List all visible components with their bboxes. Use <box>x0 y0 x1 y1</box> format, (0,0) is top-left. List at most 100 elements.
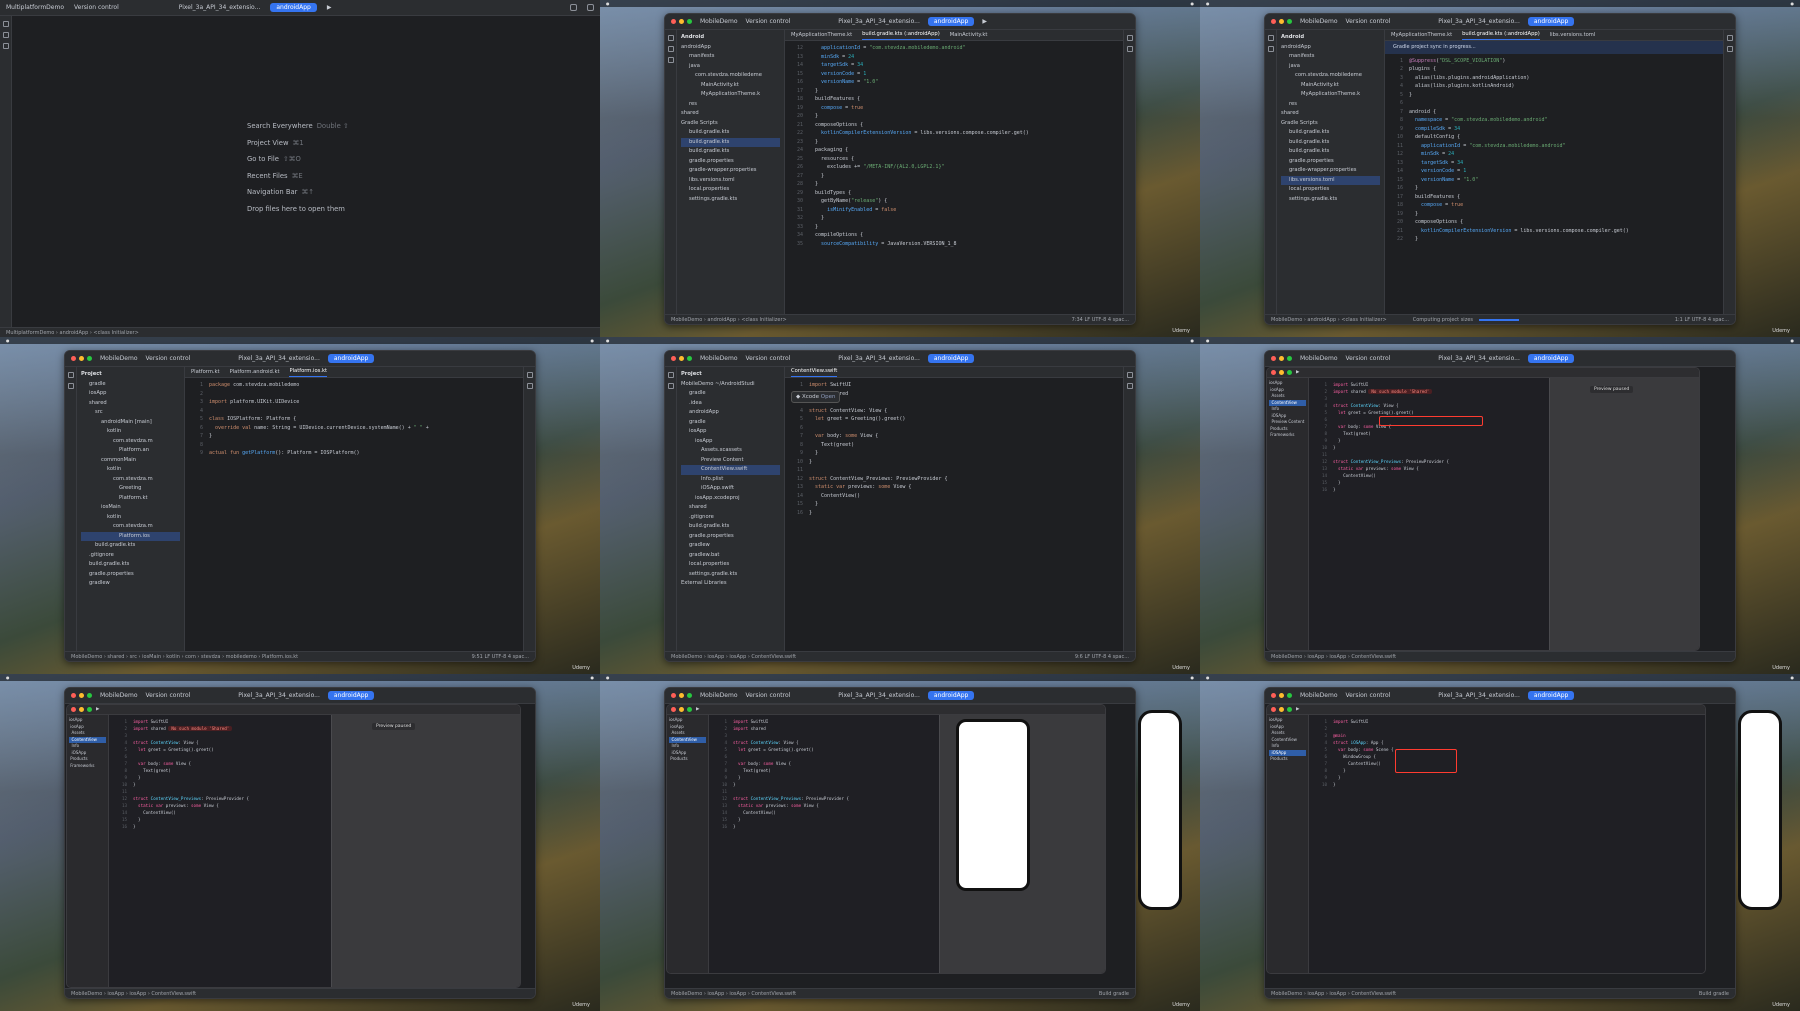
tree-item[interactable]: gradle <box>681 418 780 428</box>
tab-active[interactable]: build.gradle.kts (:androidApp) <box>862 30 940 40</box>
project-name[interactable]: MobileDemo <box>700 18 738 25</box>
tree-item[interactable]: src <box>81 408 180 418</box>
tree-item[interactable]: manifests <box>1281 52 1380 62</box>
run-icon[interactable]: ▶ <box>1296 370 1299 375</box>
tab[interactable]: MyApplicationTheme.kt <box>1391 31 1452 40</box>
tree-item[interactable]: MobileDemo ~/AndroidStudi <box>681 380 780 390</box>
tree-item[interactable]: gradle-wrapper.properties <box>681 166 780 176</box>
tree-item[interactable]: settings.gradle.kts <box>681 570 780 580</box>
tree-item[interactable]: kotlin <box>81 465 180 475</box>
tree-item[interactable]: java <box>681 62 780 72</box>
tree-item[interactable]: MainActivity.kt <box>681 81 780 91</box>
run-icon[interactable]: ▶ <box>982 18 987 25</box>
tree-item[interactable]: com.stevdza.m <box>81 437 180 447</box>
tree-item[interactable]: androidApp <box>681 408 780 418</box>
tree-item[interactable]: build.gradle.kts <box>1281 138 1380 148</box>
folder-icon[interactable] <box>2 21 9 27</box>
more-icon[interactable] <box>667 57 674 63</box>
gradle-icon[interactable] <box>1126 383 1133 389</box>
tab[interactable]: libs.versions.toml <box>1550 31 1596 40</box>
tree-item[interactable]: iosMain <box>81 503 180 513</box>
tree-item[interactable]: MyApplicationTheme.k <box>681 90 780 100</box>
tree-item[interactable]: .idea <box>681 399 780 409</box>
run-config-selector[interactable]: androidApp <box>270 3 317 12</box>
version-control-button[interactable]: Version control <box>746 18 791 25</box>
tree-item[interactable]: Info.plist <box>681 475 780 485</box>
tree-item[interactable]: build.gradle.kts <box>681 147 780 157</box>
folder-icon[interactable] <box>667 35 674 41</box>
run-config-selector[interactable]: androidApp <box>327 354 375 363</box>
version-control-button[interactable]: Version control <box>74 4 119 11</box>
tree-item[interactable]: res <box>681 100 780 110</box>
folder-icon[interactable] <box>1267 35 1274 41</box>
tab[interactable]: Platform.android.kt <box>230 368 280 377</box>
tab[interactable]: MainActivity.kt <box>950 31 988 40</box>
tree-item[interactable]: iosApp <box>681 427 780 437</box>
code-editor[interactable]: Platform.kt Platform.android.kt Platform… <box>185 367 523 651</box>
device-selector[interactable]: Pixel_3a_API_34_extensio... <box>838 355 920 362</box>
notifications-icon[interactable] <box>1126 372 1133 378</box>
tab[interactable]: Platform.kt <box>191 368 220 377</box>
structure-icon[interactable] <box>2 32 9 38</box>
notifications-icon[interactable] <box>1126 35 1133 41</box>
tree-item[interactable]: iOSApp.swift <box>681 484 780 494</box>
tab[interactable]: MyApplicationTheme.kt <box>791 31 852 40</box>
tree-item[interactable]: shared <box>1281 109 1380 119</box>
tree-item[interactable]: gradle.properties <box>681 532 780 542</box>
run-config-selector[interactable]: androidApp <box>1527 17 1575 26</box>
project-name[interactable]: MobileDemo <box>700 355 738 362</box>
tree-item-selected[interactable]: libs.versions.toml <box>1281 175 1380 185</box>
tree-item[interactable]: shared <box>81 399 180 409</box>
tree-item[interactable]: settings.gradle.kts <box>681 195 780 205</box>
tree-item[interactable]: libs.versions.toml <box>681 176 780 186</box>
tree-item[interactable]: kotlin <box>81 427 180 437</box>
commit-icon[interactable] <box>667 46 674 52</box>
run-icon[interactable]: ▶ <box>327 4 332 11</box>
run-config-selector[interactable]: androidApp <box>927 354 975 363</box>
tree-item[interactable]: commonMain <box>81 456 180 466</box>
tree-item[interactable]: Preview Content <box>681 456 780 466</box>
tree-item[interactable]: local.properties <box>681 560 780 570</box>
tree-item[interactable]: androidApp <box>1281 43 1380 53</box>
project-view-selector[interactable]: Android <box>1281 33 1380 43</box>
project-name[interactable]: MobileDemo <box>1300 18 1338 25</box>
version-control-button[interactable]: Version control <box>1346 18 1391 25</box>
tree-item[interactable]: res <box>1281 100 1380 110</box>
run-icon[interactable]: ▶ <box>1296 707 1299 712</box>
xcode-editor[interactable]: 1 import SwiftUI 2 import shared 3 4 struct… <box>709 715 939 973</box>
version-control-button[interactable]: Version control <box>146 355 191 362</box>
tree-item[interactable]: gradlew <box>681 541 780 551</box>
tree-item-selected[interactable]: build.gradle.kts <box>681 137 780 147</box>
run-icon[interactable]: ▶ <box>96 707 99 712</box>
tree-item[interactable]: local.properties <box>1281 185 1380 195</box>
run-config-selector[interactable]: androidApp <box>927 17 975 26</box>
tree-item[interactable]: gradlew <box>81 579 180 589</box>
project-name[interactable]: MultiplatformDemo <box>6 4 64 11</box>
tree-item[interactable]: build.gradle.kts <box>681 522 780 532</box>
device-selector[interactable]: Pixel_3a_API_34_extensio... <box>1438 18 1520 25</box>
tree-item[interactable]: build.gradle.kts <box>81 541 180 551</box>
run-icon[interactable]: ▶ <box>696 707 699 712</box>
tree-item[interactable]: Platform.an <box>81 446 180 456</box>
tree-item[interactable]: Gradle Scripts <box>681 119 780 129</box>
tree-item[interactable]: External Libraries <box>681 579 780 589</box>
xcode-editor[interactable]: 1 import SwiftUI 2 import shared No such m… <box>109 715 331 987</box>
tree-item[interactable]: gradle.properties <box>1281 157 1380 167</box>
tree-item[interactable]: kotlin <box>81 513 180 523</box>
more-icon[interactable] <box>2 43 9 49</box>
tree-item[interactable]: .gitignore <box>681 513 780 523</box>
commit-icon[interactable] <box>667 383 674 389</box>
tree-item[interactable]: manifests <box>681 52 780 62</box>
tree-item[interactable]: Platform.kt <box>81 494 180 504</box>
open-in-xcode-popup[interactable]: ◆ Xcode Open <box>791 391 841 403</box>
tree-item[interactable]: iosApp.xcodeproj <box>681 494 780 504</box>
tree-item[interactable]: com.stevdza.mobiledeme <box>681 71 780 81</box>
tree-item[interactable]: iosApp <box>681 437 780 447</box>
search-icon[interactable] <box>570 4 577 11</box>
tree-item[interactable]: gradlew.bat <box>681 551 780 561</box>
tree-item[interactable]: build.gradle.kts <box>81 560 180 570</box>
code-editor[interactable]: MyApplicationTheme.kt build.gradle.kts (… <box>785 30 1123 314</box>
tree-item[interactable]: MyApplicationTheme.k <box>1281 90 1380 100</box>
tab-active[interactable]: Platform.ios.kt <box>289 367 328 377</box>
project-name[interactable]: MobileDemo <box>100 355 138 362</box>
